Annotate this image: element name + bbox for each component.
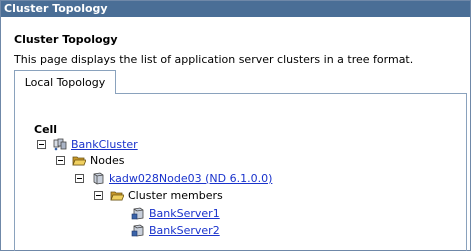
window-title: Cluster Topology bbox=[1, 1, 470, 17]
cluster-members-folder-label: Cluster members bbox=[128, 188, 223, 202]
collapse-toggle-icon[interactable] bbox=[94, 190, 103, 200]
node-icon bbox=[91, 172, 105, 185]
cluster-link[interactable]: BankCluster bbox=[71, 138, 138, 151]
tree-root-cell: Cell bbox=[34, 123, 58, 136]
cluster-icon bbox=[53, 138, 67, 151]
collapse-toggle-icon[interactable] bbox=[37, 139, 46, 149]
tree-item-node: kadw028Node03 (ND 6.1.0.0) bbox=[75, 171, 272, 185]
page-title: Cluster Topology bbox=[14, 33, 118, 46]
tree-item-cluster-members-folder: Cluster members bbox=[94, 188, 223, 202]
tree-item-server: BankServer2 bbox=[131, 223, 220, 237]
collapse-toggle-icon[interactable] bbox=[75, 173, 84, 183]
collapse-toggle-icon[interactable] bbox=[56, 155, 65, 165]
server-icon bbox=[131, 224, 145, 237]
folder-open-icon bbox=[110, 189, 124, 202]
node-link[interactable]: kadw028Node03 (ND 6.1.0.0) bbox=[109, 172, 272, 185]
server-icon bbox=[131, 207, 145, 220]
server-link[interactable]: BankServer1 bbox=[149, 207, 220, 220]
folder-open-icon bbox=[72, 154, 86, 167]
nodes-folder-label: Nodes bbox=[90, 153, 125, 167]
page-description: This page displays the list of applicati… bbox=[14, 53, 414, 66]
tab-local-topology[interactable]: Local Topology bbox=[14, 70, 116, 94]
tree-item-nodes-folder: Nodes bbox=[56, 153, 124, 167]
server-link[interactable]: BankServer2 bbox=[149, 224, 220, 237]
tree-item-server: BankServer1 bbox=[131, 206, 220, 220]
tree-item-cluster: BankCluster bbox=[37, 137, 138, 151]
